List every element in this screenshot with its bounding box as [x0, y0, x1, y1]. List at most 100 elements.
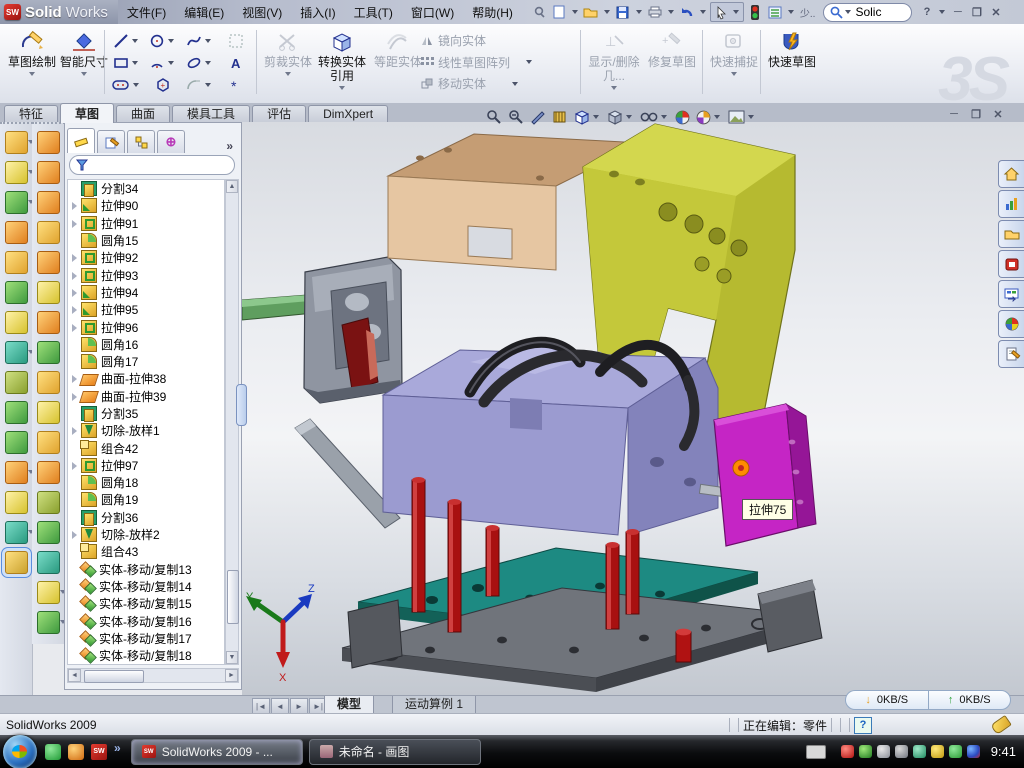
quick-tips-button[interactable]: ?: [854, 717, 872, 734]
panel-tabs-overflow-chevron[interactable]: »: [226, 139, 239, 153]
scroll-down-arrow[interactable]: ▼: [226, 651, 238, 664]
scrollbar-thumb[interactable]: [84, 670, 144, 683]
quick-launch-app-icon[interactable]: [68, 744, 84, 760]
restore-button[interactable]: ❐: [968, 5, 985, 20]
tree-item[interactable]: 分割36: [68, 509, 224, 526]
tree-item[interactable]: 实体-移动/复制18: [68, 647, 224, 664]
expand-arrow-icon[interactable]: [70, 288, 79, 297]
tree-horizontal-scrollbar[interactable]: ◄ ►: [67, 668, 239, 683]
view-orientation-icon[interactable]: [574, 109, 601, 125]
input-method-keyboard-icon[interactable]: [806, 745, 826, 759]
open-dropdown-caret[interactable]: [604, 10, 610, 14]
parting-surface-icon[interactable]: [37, 401, 60, 424]
instant3d-tool-icon[interactable]: [5, 551, 28, 574]
tree-item[interactable]: 组合42: [68, 439, 224, 456]
tray-update-icon[interactable]: [877, 745, 890, 758]
zoom-fit-icon[interactable]: [486, 109, 502, 125]
slot-tool-icon[interactable]: [108, 79, 145, 91]
edit-appearance-icon[interactable]: [675, 110, 690, 125]
sketch-fillet-icon[interactable]: [181, 77, 218, 93]
spline-feature-icon[interactable]: [5, 521, 28, 544]
graphics-area[interactable]: Y Z X: [242, 122, 1024, 695]
boss-tool-icon[interactable]: [5, 161, 28, 184]
tree-item[interactable]: 圆角19: [68, 491, 224, 508]
taskbar-clock[interactable]: 9:41: [991, 744, 1016, 759]
tab-features[interactable]: 特征: [4, 105, 58, 123]
menu-window[interactable]: 窗口(W): [402, 1, 463, 24]
expand-arrow-icon[interactable]: [70, 271, 79, 280]
tree-item[interactable]: 拉伸96: [68, 318, 224, 335]
parting-line-icon[interactable]: [37, 371, 60, 394]
chamfer-tool-icon[interactable]: [5, 281, 28, 304]
planar-surface-icon[interactable]: [37, 131, 60, 154]
offset-surface-icon[interactable]: [37, 191, 60, 214]
mirror-tool-icon[interactable]: [5, 431, 28, 454]
pushpin-icon[interactable]: [530, 3, 548, 21]
shell-tool-icon[interactable]: [5, 311, 28, 334]
panel-splitter-handle[interactable]: [236, 384, 247, 426]
tree-item[interactable]: 圆角16: [68, 336, 224, 353]
expand-arrow-icon[interactable]: [70, 219, 79, 228]
tree-item[interactable]: 拉伸97: [68, 457, 224, 474]
undo-dropdown-caret[interactable]: [700, 10, 706, 14]
print-icon[interactable]: [646, 3, 664, 21]
scrollbar-thumb[interactable]: [227, 570, 239, 624]
draft-tool-icon[interactable]: [5, 401, 28, 424]
convert-dropdown-caret[interactable]: [339, 86, 345, 90]
fill-surface-icon[interactable]: [37, 311, 60, 334]
knit-surface-icon[interactable]: [37, 281, 60, 304]
tree-item[interactable]: 曲面-拉伸38: [68, 370, 224, 387]
traffic-light-icon[interactable]: [746, 3, 764, 21]
select-arrow-icon[interactable]: [713, 3, 731, 21]
menu-insert[interactable]: 插入(I): [291, 1, 344, 24]
extrude-tool-icon[interactable]: [5, 131, 28, 154]
new-dropdown-caret[interactable]: [572, 10, 578, 14]
view-palette-tab[interactable]: [998, 280, 1024, 308]
hide-show-items-icon[interactable]: [640, 111, 669, 123]
quick-launch-overflow-chevron[interactable]: »: [114, 741, 121, 755]
tree-item[interactable]: 实体-移动/复制17: [68, 630, 224, 647]
appearances-scenes-tab[interactable]: [998, 310, 1024, 338]
move-face-icon[interactable]: [37, 581, 60, 604]
ellipse-tool-icon[interactable]: [181, 55, 218, 71]
sketch-button[interactable]: 草图绘制: [6, 27, 58, 97]
tree-item[interactable]: 圆角18: [68, 474, 224, 491]
search-scope-caret[interactable]: [845, 10, 851, 14]
expand-arrow-icon[interactable]: [70, 305, 79, 314]
model-purple-block[interactable]: [383, 342, 724, 535]
polygon-tool-icon[interactable]: +: [145, 77, 182, 93]
tooling-split-icon[interactable]: [37, 461, 60, 484]
tray-antivirus-icon[interactable]: [859, 745, 872, 758]
expand-arrow-icon[interactable]: [70, 461, 79, 470]
taskbar-item-solidworks[interactable]: SW SolidWorks 2009 - ...: [131, 739, 303, 765]
rapid-sketch-button[interactable]: 快速草图: [766, 27, 818, 97]
select-dropdown-caret[interactable]: [733, 10, 739, 14]
thicken-tool-icon[interactable]: [37, 341, 60, 364]
tab-dimxpert[interactable]: DimXpert: [308, 105, 388, 123]
tree-item[interactable]: 拉伸92: [68, 249, 224, 266]
tags-icon[interactable]: [990, 715, 1012, 735]
help-button[interactable]: ?: [918, 5, 935, 20]
start-button[interactable]: [3, 735, 37, 768]
options-dropdown-caret[interactable]: [788, 10, 794, 14]
tray-warning-icon[interactable]: [931, 745, 944, 758]
menu-help[interactable]: 帮助(H): [463, 1, 522, 24]
print-dropdown-caret[interactable]: [668, 10, 674, 14]
menu-view[interactable]: 视图(V): [233, 1, 291, 24]
search-input[interactable]: [853, 4, 905, 20]
rib-tool-icon[interactable]: [5, 371, 28, 394]
resources-home-tab[interactable]: [998, 160, 1024, 188]
tree-item[interactable]: 实体-移动/复制14: [68, 578, 224, 595]
tree-item[interactable]: 组合43: [68, 543, 224, 560]
menu-edit[interactable]: 编辑(E): [175, 1, 233, 24]
scene-background-icon[interactable]: [728, 110, 756, 124]
tree-item[interactable]: 分割35: [68, 405, 224, 422]
design-library-tab[interactable]: [998, 190, 1024, 218]
save-dropdown-caret[interactable]: [636, 10, 642, 14]
minimize-button[interactable]: ─: [949, 5, 966, 20]
tree-filter-box[interactable]: [69, 155, 235, 175]
tree-item[interactable]: 切除-放样1: [68, 422, 224, 439]
core-tool-icon[interactable]: [37, 491, 60, 514]
point-tool-icon[interactable]: *: [218, 78, 255, 92]
section-view-icon[interactable]: [552, 109, 568, 125]
